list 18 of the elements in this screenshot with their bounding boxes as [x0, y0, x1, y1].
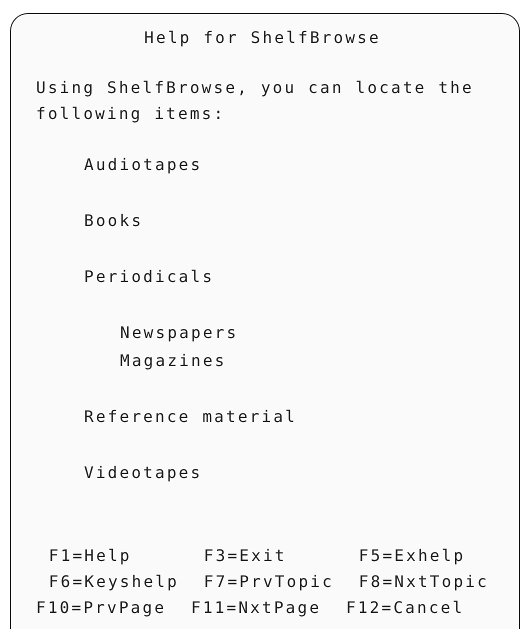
list-item: Magazines: [120, 350, 228, 372]
window-title: Help for ShelfBrowse: [144, 28, 381, 47]
function-key-label: F10=PrvPage: [36, 597, 168, 619]
list-item: Reference material: [84, 406, 298, 428]
function-key-label: F11=NxtPage: [191, 597, 322, 619]
list-item: Books: [84, 210, 144, 232]
list-item: Videotapes: [84, 462, 204, 484]
list-item: Audiotapes: [84, 154, 204, 176]
function-key-label: F1=Help: [48, 545, 133, 567]
function-key-label: F7=PrvTopic: [202, 571, 335, 593]
function-key-label: F12=Cancel: [346, 597, 466, 619]
function-key-label: F3=Exit: [202, 545, 288, 567]
function-key-label: F8=NxtTopic: [358, 571, 490, 593]
function-key-label: F6=Keyshelp: [48, 571, 180, 593]
function-key-label: F5=Exhelp: [358, 545, 466, 567]
list-item: Periodicals: [84, 266, 216, 288]
intro-text: Using ShelfBrowse, you can locate the following items:: [36, 77, 475, 125]
list-item: Newspapers: [120, 322, 240, 344]
